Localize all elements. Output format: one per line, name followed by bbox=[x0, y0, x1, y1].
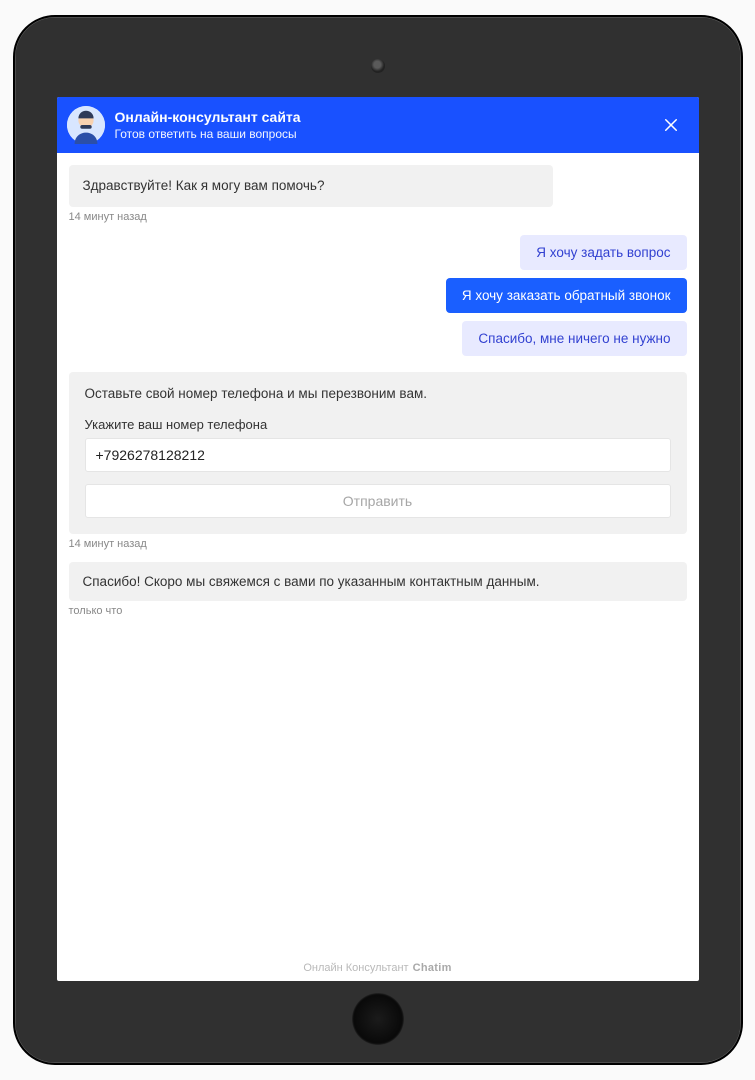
chat-subtitle: Готов ответить на ваши вопросы bbox=[115, 127, 647, 141]
tablet-home-button[interactable] bbox=[352, 993, 404, 1045]
phone-input[interactable] bbox=[85, 438, 671, 472]
tablet-frame: Онлайн-консультант сайта Готов ответить … bbox=[13, 15, 743, 1065]
bot-message-text: Здравствуйте! Как я могу вам помочь? bbox=[69, 165, 553, 207]
chat-header-text: Онлайн-консультант сайта Готов ответить … bbox=[115, 109, 647, 141]
chat-header: Онлайн-консультант сайта Готов ответить … bbox=[57, 97, 699, 153]
message-timestamp: 14 минут назад bbox=[69, 211, 687, 223]
quick-reply-request-callback[interactable]: Я хочу заказать обратный звонок bbox=[446, 278, 687, 313]
confirmation-timestamp: только что bbox=[69, 605, 687, 617]
close-icon bbox=[662, 116, 680, 134]
footer-brand: Chatim bbox=[413, 962, 452, 974]
phone-label: Укажите ваш номер телефона bbox=[85, 417, 671, 432]
chat-title: Онлайн-консультант сайта bbox=[115, 109, 647, 125]
chat-body[interactable]: Здравствуйте! Как я могу вам помочь? 14 … bbox=[57, 153, 699, 955]
close-button[interactable] bbox=[657, 111, 685, 139]
chat-widget: Онлайн-консультант сайта Готов ответить … bbox=[57, 97, 699, 981]
bot-confirmation: Спасибо! Скоро мы свяжемся с вами по ука… bbox=[69, 562, 687, 601]
quick-reply-ask-question[interactable]: Я хочу задать вопрос bbox=[520, 235, 686, 270]
quick-replies: Я хочу задать вопрос Я хочу заказать обр… bbox=[69, 235, 687, 356]
quick-reply-nothing-needed[interactable]: Спасибо, мне ничего не нужно bbox=[462, 321, 686, 356]
submit-button[interactable]: Отправить bbox=[85, 484, 671, 518]
form-timestamp: 14 минут назад bbox=[69, 538, 687, 550]
chat-footer: Онлайн Консультант Chatim bbox=[57, 955, 699, 981]
agent-avatar bbox=[67, 106, 105, 144]
bot-message: Здравствуйте! Как я могу вам помочь? bbox=[69, 165, 553, 207]
callback-form: Оставьте свой номер телефона и мы перезв… bbox=[69, 372, 687, 534]
form-intro: Оставьте свой номер телефона и мы перезв… bbox=[85, 386, 671, 401]
footer-text: Онлайн Консультант bbox=[303, 962, 408, 974]
tablet-camera bbox=[371, 59, 385, 73]
